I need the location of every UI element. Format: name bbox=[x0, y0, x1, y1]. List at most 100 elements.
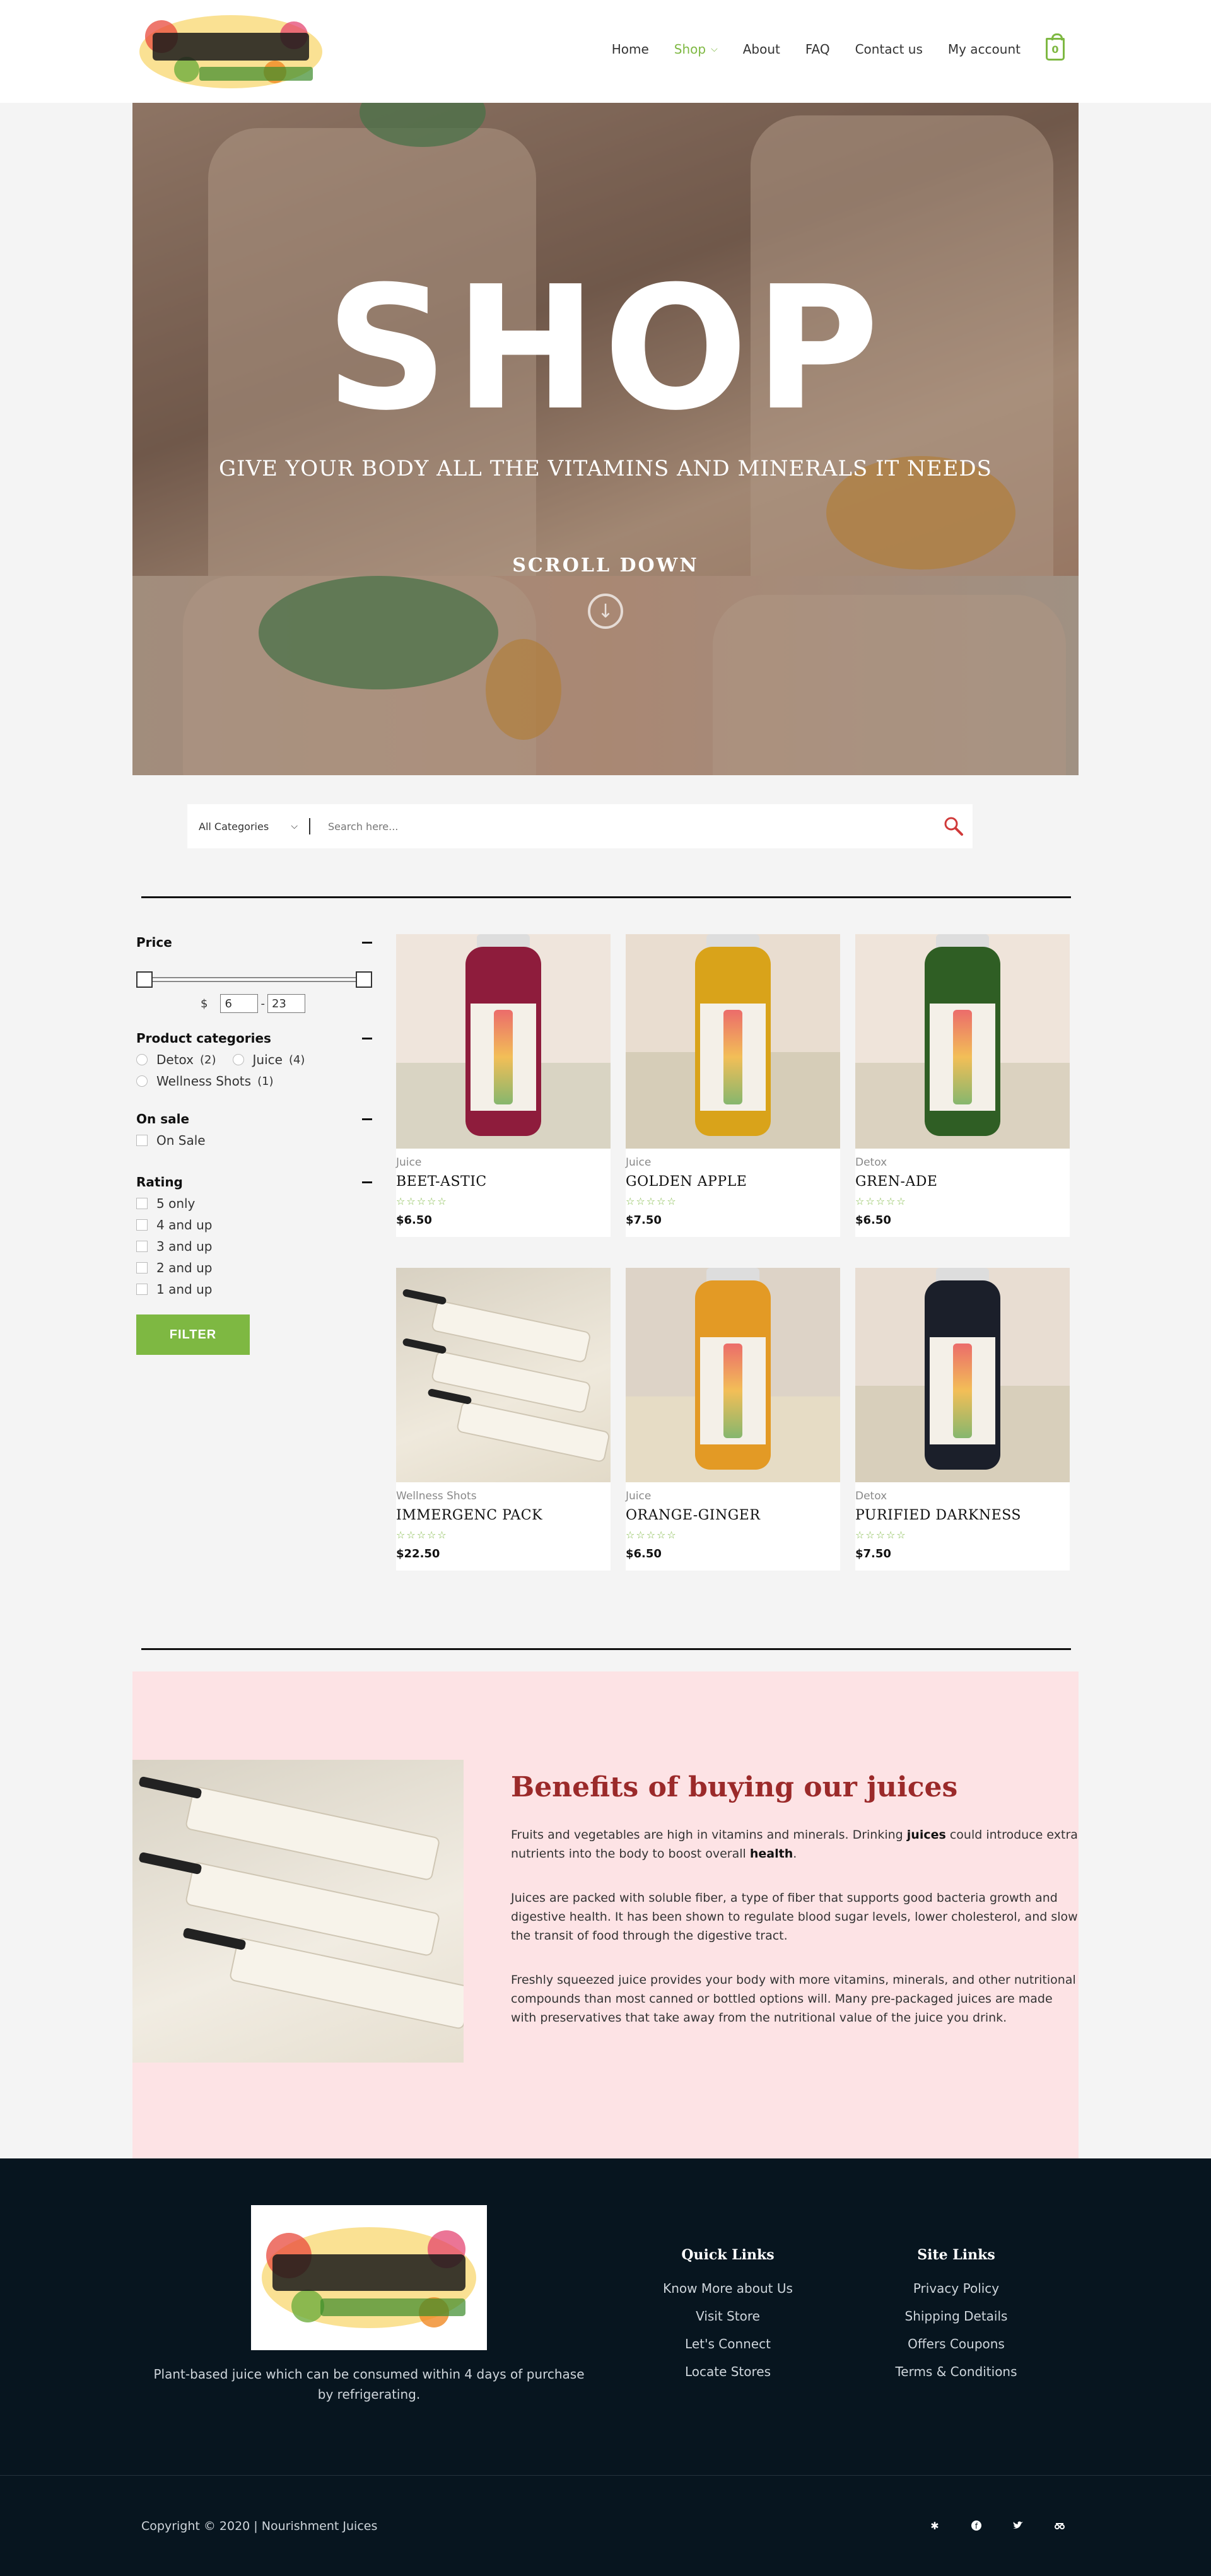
category-option-detox[interactable]: Detox (2) bbox=[136, 1052, 216, 1067]
benefits-paragraph-3: Freshly squeezed juice provides your bod… bbox=[511, 1973, 1076, 2025]
scroll-down-label[interactable]: SCROLL DOWN bbox=[132, 554, 1079, 577]
product-image[interactable] bbox=[626, 934, 840, 1149]
footer-link-locate[interactable]: Locate Stores bbox=[627, 2364, 829, 2379]
product-category[interactable]: Juice bbox=[396, 1156, 421, 1169]
rating-option-3[interactable]: 3 and up bbox=[136, 1239, 372, 1254]
product-card-purified-darkness[interactable]: Detox PURIFIED DARKNESS ☆☆☆☆☆ $7.50 bbox=[855, 1268, 1070, 1571]
footer-link-terms[interactable]: Terms & Conditions bbox=[855, 2364, 1057, 2379]
footer-link-connect[interactable]: Let's Connect bbox=[627, 2336, 829, 2351]
product-name[interactable]: GOLDEN APPLE bbox=[626, 1174, 747, 1190]
checkbox bbox=[136, 1198, 148, 1209]
category-select[interactable]: All Categories ⌵ bbox=[187, 818, 310, 834]
site-logo[interactable] bbox=[136, 11, 325, 92]
nav-home[interactable]: Home bbox=[612, 42, 649, 57]
product-category[interactable]: Juice bbox=[626, 1156, 651, 1169]
social-links: ✱ f bbox=[903, 2515, 1070, 2536]
price-slider-max-handle[interactable] bbox=[356, 971, 372, 988]
sale-filter-title[interactable]: On sale bbox=[136, 1111, 372, 1127]
footer-separator bbox=[0, 2475, 1211, 2476]
syringe-tip bbox=[182, 1927, 247, 1951]
product-price: $6.50 bbox=[396, 1214, 432, 1227]
product-image[interactable] bbox=[855, 934, 1070, 1149]
benefits-section: Benefits of buying our juices Fruits and… bbox=[132, 1671, 1079, 2158]
product-category[interactable]: Juice bbox=[626, 1490, 651, 1502]
product-card-gren-ade[interactable]: Detox GREN-ADE ☆☆☆☆☆ $6.50 bbox=[855, 934, 1070, 1237]
radio-box bbox=[232, 1054, 244, 1065]
nav-shop[interactable]: Shop ⌵ bbox=[674, 42, 718, 57]
search-button[interactable] bbox=[935, 807, 973, 845]
rating-label: 1 and up bbox=[156, 1282, 213, 1297]
categories-filter-title[interactable]: Product categories bbox=[136, 1031, 372, 1046]
product-name[interactable]: ORANGE-GINGER bbox=[626, 1508, 760, 1523]
twitter-icon[interactable] bbox=[1008, 2515, 1028, 2536]
filter-button[interactable]: FILTER bbox=[136, 1314, 250, 1355]
rating-option-1[interactable]: 1 and up bbox=[136, 1282, 372, 1297]
search-icon bbox=[944, 817, 963, 836]
footer-link-store[interactable]: Visit Store bbox=[627, 2309, 829, 2324]
categories-filter-label: Product categories bbox=[136, 1031, 271, 1046]
category-option-juice[interactable]: Juice (4) bbox=[232, 1052, 305, 1067]
search-input[interactable] bbox=[310, 807, 935, 845]
nav-about[interactable]: About bbox=[743, 42, 780, 57]
facebook-glyph: f bbox=[971, 2520, 981, 2531]
rating-option-5[interactable]: 5 only bbox=[136, 1196, 372, 1211]
footer-link-coupons[interactable]: Offers Coupons bbox=[855, 2336, 1057, 2351]
checkbox bbox=[136, 1284, 148, 1295]
benefits-p1-text: . bbox=[793, 1847, 797, 1861]
product-name[interactable]: BEET-ASTIC bbox=[396, 1174, 487, 1190]
tripadvisor-icon[interactable] bbox=[1050, 2515, 1070, 2536]
rating-option-2[interactable]: 2 and up bbox=[136, 1260, 372, 1275]
rating-option-4[interactable]: 4 and up bbox=[136, 1217, 372, 1232]
product-card-golden-apple[interactable]: Juice GOLDEN APPLE ☆☆☆☆☆ $7.50 bbox=[626, 934, 840, 1237]
product-card-beet-astic[interactable]: Juice BEET-ASTIC ☆☆☆☆☆ $6.50 bbox=[396, 934, 611, 1237]
syringe-tip bbox=[402, 1288, 447, 1306]
sale-filter-label: On sale bbox=[136, 1111, 190, 1127]
cart-icon[interactable]: 0 bbox=[1046, 33, 1065, 61]
yelp-icon[interactable]: ✱ bbox=[925, 2515, 945, 2536]
footer-link-about[interactable]: Know More about Us bbox=[627, 2281, 829, 2296]
category-option-wellness-shots[interactable]: Wellness Shots (1) bbox=[136, 1074, 274, 1089]
benefits-paragraph-1: Fruits and vegetables are high in vitami… bbox=[511, 1825, 1079, 1863]
main-nav: Home Shop ⌵ About FAQ Contact us My accou… bbox=[587, 33, 1065, 61]
product-name[interactable]: PURIFIED DARKNESS bbox=[855, 1508, 1021, 1523]
hero-banner: SHOP GIVE YOUR BODY ALL THE VITAMINS AND… bbox=[132, 103, 1079, 775]
footer-logo[interactable] bbox=[251, 2205, 487, 2350]
star-rating-icon: ☆☆☆☆☆ bbox=[626, 1529, 677, 1541]
label-logo bbox=[494, 1010, 513, 1104]
product-price: $6.50 bbox=[855, 1214, 891, 1227]
product-name[interactable]: GREN-ADE bbox=[855, 1174, 937, 1190]
product-image[interactable] bbox=[626, 1268, 840, 1482]
product-image[interactable] bbox=[855, 1268, 1070, 1482]
nav-faq[interactable]: FAQ bbox=[805, 42, 830, 57]
filter-sidebar: Price $ 6 - 23 Product categories Detox (… bbox=[136, 935, 372, 1355]
price-slider-min-handle[interactable] bbox=[136, 971, 153, 988]
price-filter-title[interactable]: Price bbox=[136, 935, 372, 950]
sale-option[interactable]: On Sale bbox=[136, 1133, 372, 1148]
product-card-immergenc-pack[interactable]: Wellness Shots IMMERGENC PACK ☆☆☆☆☆ $22.… bbox=[396, 1268, 611, 1571]
product-price: $7.50 bbox=[626, 1214, 662, 1227]
product-name[interactable]: IMMERGENC PACK bbox=[396, 1508, 542, 1523]
footer-link-privacy[interactable]: Privacy Policy bbox=[855, 2281, 1057, 2296]
product-image[interactable] bbox=[396, 1268, 611, 1482]
price-slider[interactable] bbox=[136, 971, 372, 988]
rating-label: 2 and up bbox=[156, 1260, 213, 1275]
product-category[interactable]: Wellness Shots bbox=[396, 1490, 477, 1502]
product-image[interactable] bbox=[396, 934, 611, 1149]
star-rating-icon: ☆☆☆☆☆ bbox=[855, 1529, 907, 1541]
radio-box bbox=[136, 1054, 148, 1065]
nav-contact[interactable]: Contact us bbox=[855, 42, 923, 57]
rating-filter-title[interactable]: Rating bbox=[136, 1174, 372, 1190]
product-category[interactable]: Detox bbox=[855, 1156, 887, 1169]
product-price: $22.50 bbox=[396, 1547, 440, 1560]
facebook-icon[interactable]: f bbox=[966, 2515, 986, 2536]
price-min-input[interactable]: 6 bbox=[220, 994, 259, 1013]
product-card-orange-ginger[interactable]: Juice ORANGE-GINGER ☆☆☆☆☆ $6.50 bbox=[626, 1268, 840, 1571]
nav-my-account[interactable]: My account bbox=[948, 42, 1021, 57]
footer-link-shipping[interactable]: Shipping Details bbox=[855, 2309, 1057, 2324]
product-category[interactable]: Detox bbox=[855, 1490, 887, 1502]
price-max-input[interactable]: 23 bbox=[267, 994, 305, 1013]
product-price: $6.50 bbox=[626, 1547, 662, 1560]
arrow-down-circle-icon[interactable]: ↓ bbox=[588, 594, 623, 629]
checkbox bbox=[136, 1135, 148, 1146]
rating-label: 3 and up bbox=[156, 1239, 213, 1254]
